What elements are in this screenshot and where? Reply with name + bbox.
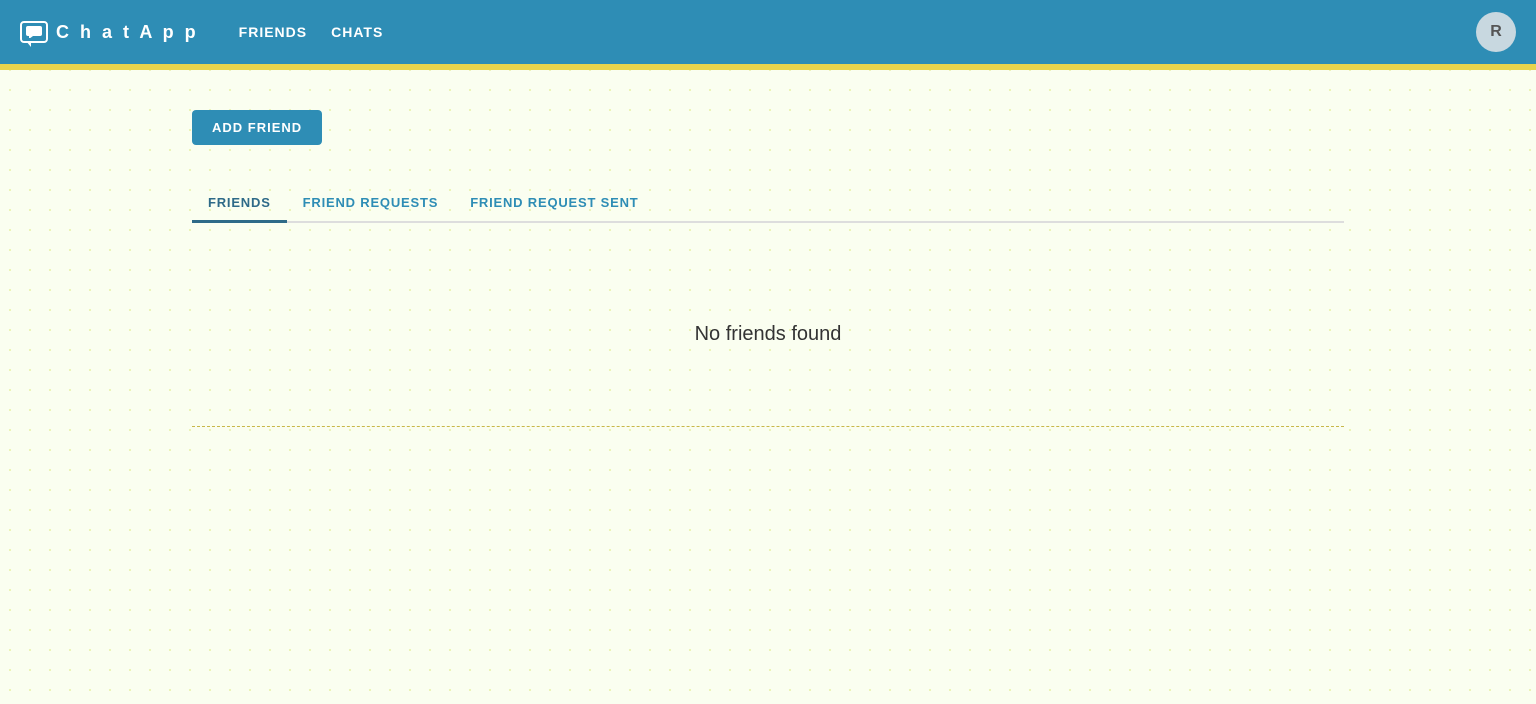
main-content: ADD FRIEND FRIENDS FRIEND REQUESTS FRIEN… [0,70,1536,487]
empty-state-text: No friends found [192,323,1344,346]
content-divider [192,426,1344,427]
avatar[interactable]: R [1476,12,1516,52]
add-friend-button[interactable]: ADD FRIEND [192,110,322,145]
brand-text: C h a t A p p [56,22,199,43]
empty-state: No friends found [192,263,1344,406]
nav-friends-link[interactable]: FRIENDS [239,24,307,40]
nav-chats-link[interactable]: CHATS [331,24,383,40]
brand-link[interactable]: C h a t A p p [20,21,199,43]
navbar-right: R [1476,12,1516,52]
tab-friend-request-sent[interactable]: FRIEND REQUEST SENT [454,185,654,223]
tab-friends[interactable]: FRIENDS [192,185,287,223]
chat-icon [20,21,48,43]
tabs-container: FRIENDS FRIEND REQUESTS FRIEND REQUEST S… [192,185,1344,223]
navbar-nav: FRIENDS CHATS [239,24,384,40]
navbar: C h a t A p p FRIENDS CHATS R [0,0,1536,64]
tab-friend-requests[interactable]: FRIEND REQUESTS [287,185,455,223]
